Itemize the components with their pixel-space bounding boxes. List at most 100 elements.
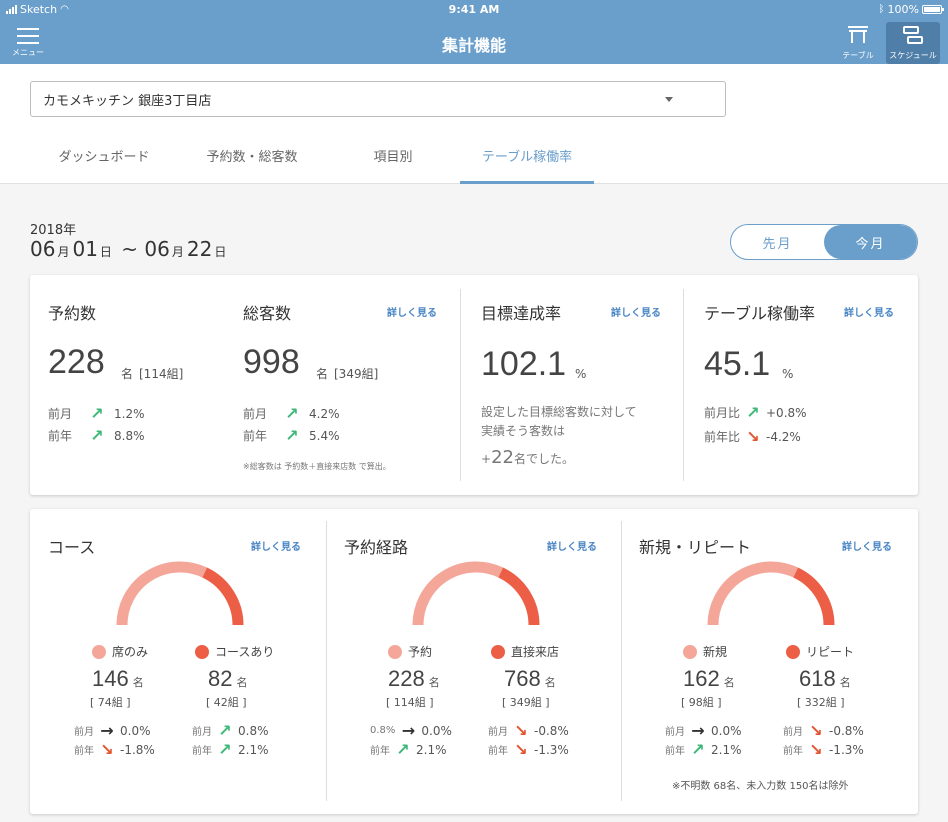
customers-more-link[interactable]: 詳しく見る xyxy=(387,304,437,319)
legend-dot-icon xyxy=(92,644,106,659)
end-day-unit: 日 xyxy=(214,245,227,259)
section-note: ※不明数 68名、未入力数 150名は除外 xyxy=(672,781,849,792)
section-title: 予約経路 xyxy=(344,538,409,557)
section-more-link[interactable]: 詳しく見る xyxy=(251,538,301,553)
legend-label: 直接来店 xyxy=(511,645,560,659)
segment-unit: 名 xyxy=(544,677,556,689)
trend-value: 0.8% xyxy=(238,723,269,738)
page-title: 集計機能 xyxy=(441,36,506,55)
segment-groups: [ 42組 ] xyxy=(206,696,247,709)
row-key: 前年 xyxy=(48,429,73,443)
segment-trend-row: 前年 ↘ -1.3% xyxy=(783,740,864,759)
section-title: 新規・リピート xyxy=(639,538,752,557)
segment-trend-row: 前年 ↗ 2.1% xyxy=(192,740,269,759)
arrow-down-icon: ↘ xyxy=(514,740,528,759)
tab-reservations-customers[interactable]: 予約数・総客数 xyxy=(200,146,304,186)
kpi-card: 予約数 228 名 [114組] 前月 ↗ 1.2% 前年 ↗ 8.8% 総客数… xyxy=(30,275,918,495)
segment-value: 146 名 xyxy=(92,666,144,692)
reservations-row-month: 前月 ↗ 1.2% xyxy=(48,404,145,423)
plus-sign: + xyxy=(481,452,492,466)
gauge-arc-dark xyxy=(793,567,835,626)
store-select[interactable]: カモメキッチン 銀座3丁目店 xyxy=(30,81,726,117)
trend-key: 前月 xyxy=(74,727,94,738)
segment-groups: [ 114組 ] xyxy=(386,696,434,709)
trend-key: 前年 xyxy=(783,746,803,757)
header: カモメキッチン 銀座3丁目店 ダッシュボード 予約数・総客数 項目別 テーブル稼… xyxy=(0,64,948,184)
segment-number: 618 xyxy=(799,666,836,691)
trend-value: -1.3% xyxy=(534,742,569,757)
current-month-button[interactable]: 今月 xyxy=(824,225,917,259)
segment-trend-row: 前年 ↗ 2.1% xyxy=(370,740,447,759)
status-time: 9:41 AM xyxy=(448,3,500,16)
arrow-up-icon: ↗ xyxy=(90,426,104,445)
schedule-label: スケジュール xyxy=(889,51,937,60)
customers-unit: 名 xyxy=(316,367,329,381)
segment-number: 82 xyxy=(208,666,233,691)
breakdown-card: コース 詳しく見る 席のみ 146 名[ 74組 ] 前月 → 0.0% 前年 ↘ … xyxy=(30,509,918,814)
divider xyxy=(460,289,461,481)
legend-item: 新規 xyxy=(683,643,727,660)
period-year: 2018年 xyxy=(30,223,77,238)
trend-value: -0.8% xyxy=(829,723,864,738)
bluetooth-icon: ᛒ xyxy=(878,4,885,15)
segment-value: 618 名 xyxy=(799,666,851,692)
segment-unit: 名 xyxy=(428,677,440,689)
store-select-value: カモメキッチン 銀座3丁目店 xyxy=(43,93,212,109)
battery-percent: 100% xyxy=(887,3,919,16)
trend-value: 0.0% xyxy=(421,723,452,738)
trend-value: 2.1% xyxy=(238,742,269,757)
legend-label: 予約 xyxy=(408,645,433,659)
arrow-right-icon: → xyxy=(691,721,705,740)
trend-key: 前年 xyxy=(192,746,212,757)
occupancy-more-link[interactable]: 詳しく見る xyxy=(844,304,894,319)
table-button[interactable]: テーブル xyxy=(838,24,878,64)
segment-unit: 名 xyxy=(723,677,735,689)
row-value: -4.2% xyxy=(766,429,801,444)
section-more-link[interactable]: 詳しく見る xyxy=(842,538,892,553)
arrow-down-icon: ↘ xyxy=(514,721,528,740)
arrow-down-icon: ↘ xyxy=(809,721,823,740)
legend-dot-icon xyxy=(491,644,505,659)
row-key: 前月比 xyxy=(704,406,741,420)
section-more-link[interactable]: 詳しく見る xyxy=(547,538,597,553)
end-day: 22 xyxy=(186,237,213,261)
trend-key: 前月 xyxy=(783,727,803,738)
segment-trend-row: 前年 ↗ 2.1% xyxy=(665,740,742,759)
legend-item: 直接来店 xyxy=(491,643,559,660)
occupancy-value: 45.1 xyxy=(704,345,771,383)
table-label: テーブル xyxy=(842,51,874,60)
tab-table-occupancy[interactable]: テーブル稼働率 xyxy=(460,146,594,184)
gauge-arc-dark xyxy=(498,567,540,626)
battery-icon xyxy=(922,5,944,14)
segment-trend-row: 前月 ↘ -0.8% xyxy=(783,721,864,740)
top-bar: Sketch ◠ 9:41 AM ᛒ 100% メニュー 集計機能 テーブル ス… xyxy=(0,0,948,64)
tab-by-item[interactable]: 項目別 xyxy=(358,146,428,186)
section-gauge xyxy=(116,561,244,626)
trend-value: 2.1% xyxy=(416,742,447,757)
tab-dashboard[interactable]: ダッシュボード xyxy=(52,146,156,186)
target-desc-2: 実績そう客数は xyxy=(481,424,566,438)
customers-row-month: 前月 ↗ 4.2% xyxy=(243,404,340,423)
segment-unit: 名 xyxy=(132,677,144,689)
period-range: 06 月 01 日 ~ 06 月 22 日 xyxy=(30,237,229,261)
divider xyxy=(326,521,327,801)
trend-key: 前年 xyxy=(74,746,94,757)
divider xyxy=(621,521,622,801)
legend-label: 新規 xyxy=(703,645,728,659)
customers-row-year: 前年 ↗ 5.4% xyxy=(243,426,340,445)
reservations-row-year: 前年 ↗ 8.8% xyxy=(48,426,145,445)
trend-key: 前月 xyxy=(488,727,508,738)
target-desc-1: 設定した目標総客数に対して xyxy=(481,405,637,419)
table-icon xyxy=(848,26,868,43)
target-more-link[interactable]: 詳しく見る xyxy=(611,304,661,319)
occupancy-row-month: 前月比 ↗ +0.8% xyxy=(704,403,807,422)
segment-groups: [ 332組 ] xyxy=(797,696,845,709)
section-title: コース xyxy=(48,538,96,557)
schedule-button[interactable]: スケジュール xyxy=(886,22,940,64)
segment-trend-row: 0.8% → 0.0% xyxy=(370,721,452,740)
gauge-arc-dark xyxy=(202,567,244,626)
prev-month-button[interactable]: 先月 xyxy=(731,225,824,259)
trend-key: 前年 xyxy=(488,746,508,757)
segment-value: 82 名 xyxy=(208,666,247,692)
customers-groups: [349組] xyxy=(334,367,379,381)
